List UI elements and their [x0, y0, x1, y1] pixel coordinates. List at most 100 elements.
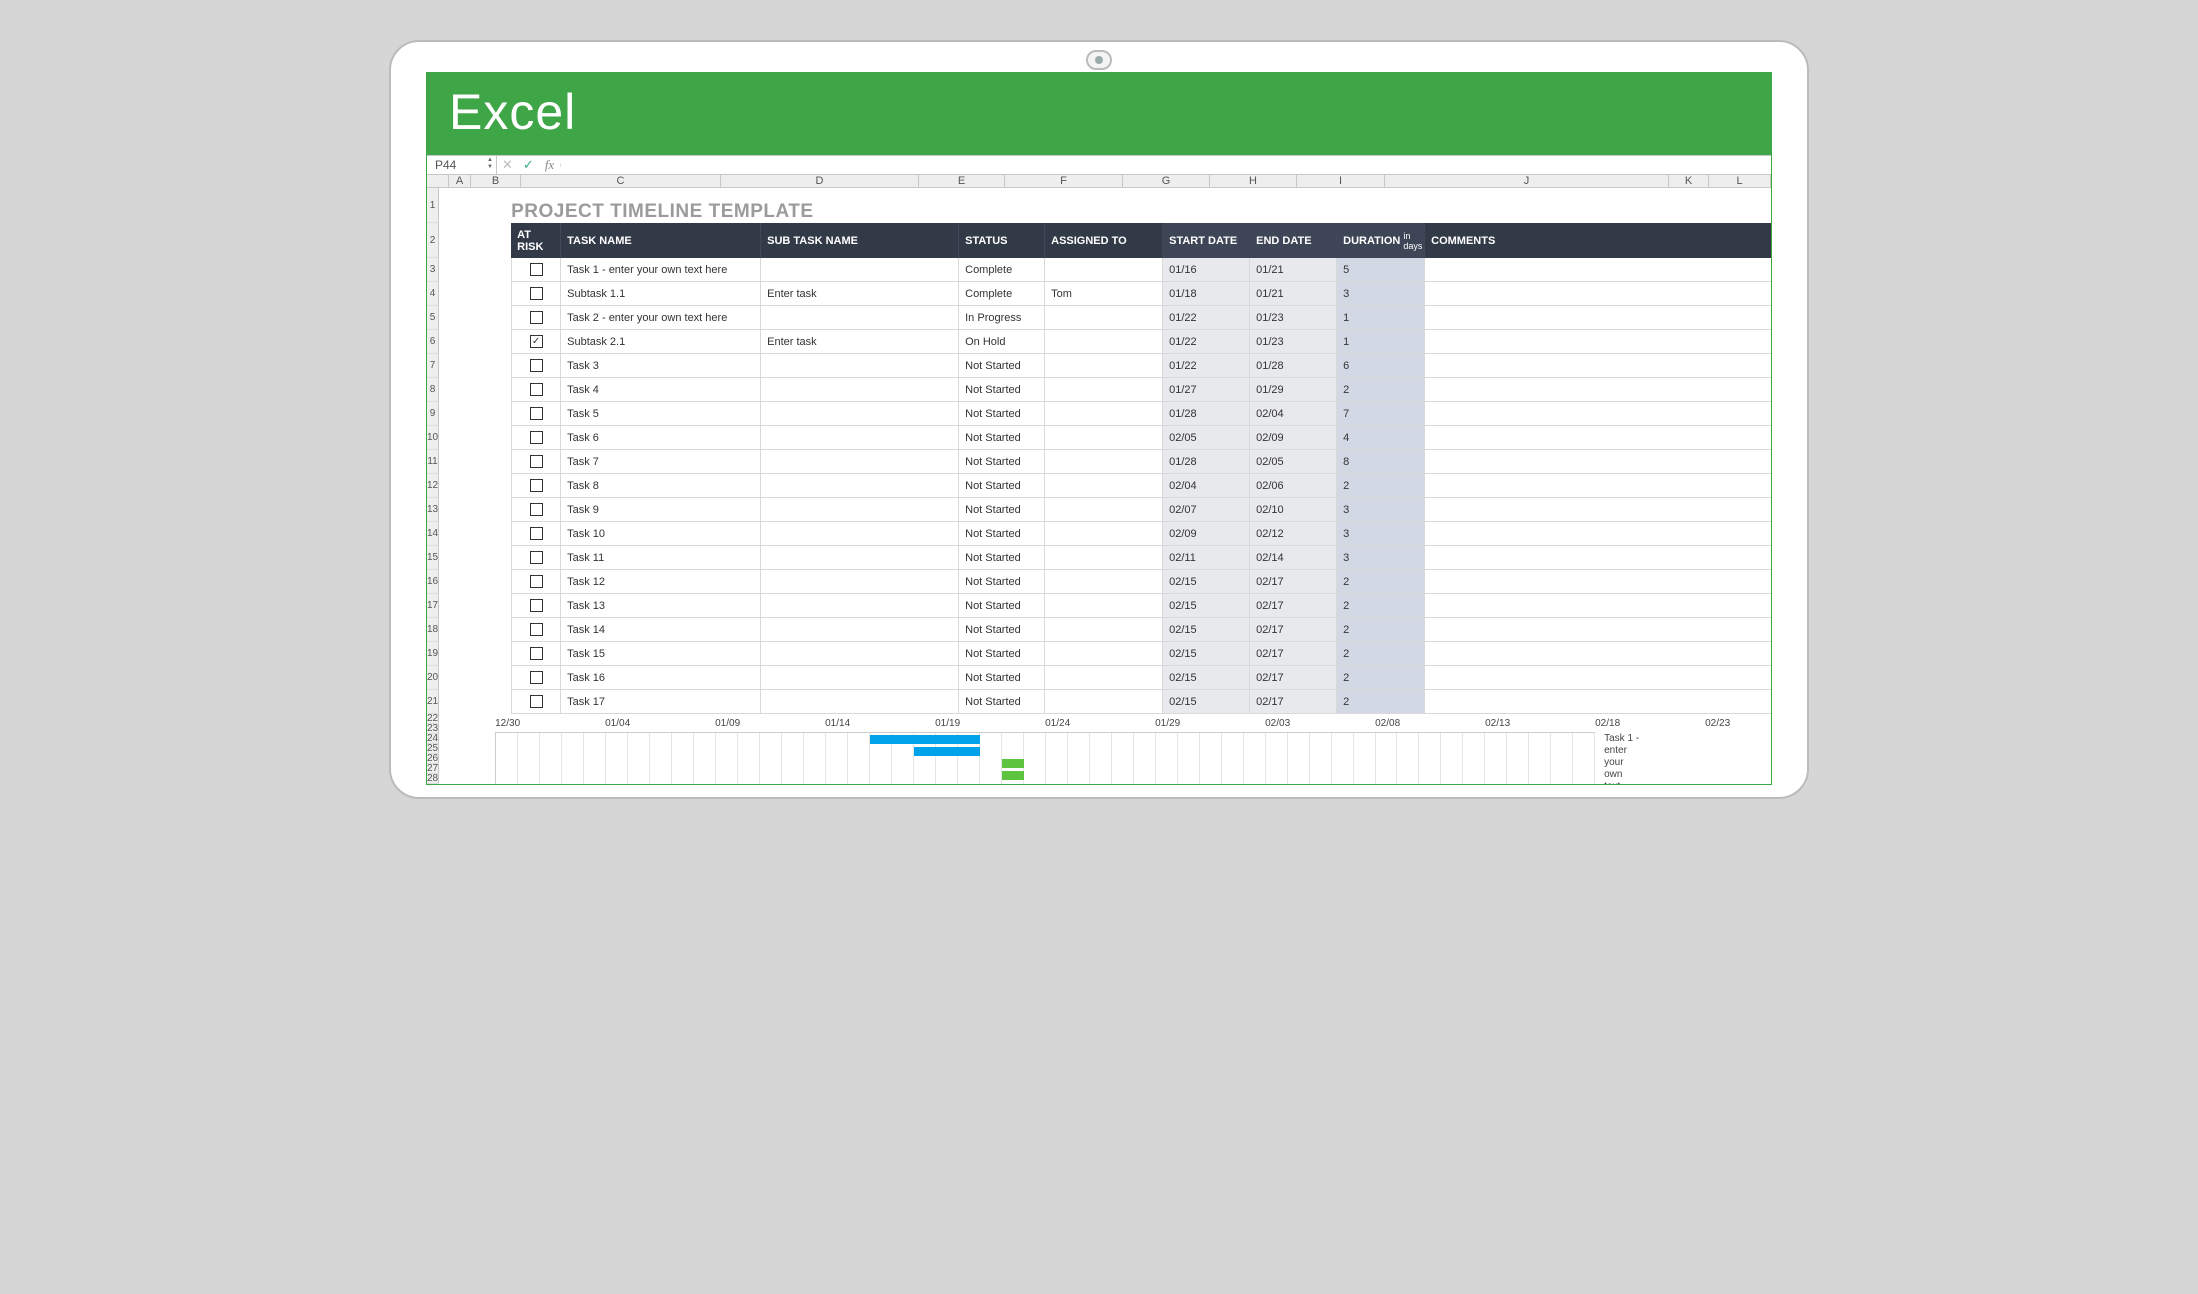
column-header[interactable]: C: [521, 175, 721, 187]
cell-task-name[interactable]: Task 17: [561, 690, 761, 713]
column-header[interactable]: E: [919, 175, 1005, 187]
cell-assigned-to[interactable]: [1045, 546, 1163, 569]
cell-status[interactable]: In Progress: [959, 306, 1045, 329]
cell-end-date[interactable]: 02/12: [1250, 522, 1337, 545]
cell-assigned-to[interactable]: [1045, 258, 1163, 281]
cell-task-name[interactable]: Task 11: [561, 546, 761, 569]
cell-task-name[interactable]: Task 16: [561, 666, 761, 689]
cell-duration[interactable]: 8: [1337, 450, 1425, 473]
row-header[interactable]: 28: [427, 774, 439, 784]
table-row[interactable]: Task 11Not Started02/1102/143: [511, 546, 1771, 570]
cell-start-date[interactable]: 02/15: [1163, 666, 1250, 689]
fx-icon[interactable]: fx: [539, 157, 560, 173]
cell-start-date[interactable]: 02/15: [1163, 570, 1250, 593]
cell-end-date[interactable]: 01/21: [1250, 282, 1337, 305]
cell-status[interactable]: Not Started: [959, 570, 1045, 593]
cell-assigned-to[interactable]: [1045, 666, 1163, 689]
cell-task-name[interactable]: Task 12: [561, 570, 761, 593]
table-row[interactable]: ✓Subtask 2.1Enter taskOn Hold01/2201/231: [511, 330, 1771, 354]
cell-duration[interactable]: 2: [1337, 690, 1425, 713]
cell-assigned-to[interactable]: [1045, 618, 1163, 641]
cell-start-date[interactable]: 02/05: [1163, 426, 1250, 449]
table-row[interactable]: Task 5Not Started01/2802/047: [511, 402, 1771, 426]
stepper-icon[interactable]: ▲▼: [487, 157, 493, 171]
table-row[interactable]: Task 7 Not Started 01/2802/058: [511, 450, 1771, 474]
cell-start-date[interactable]: 01/27: [1163, 378, 1250, 401]
cell-assigned-to[interactable]: [1045, 642, 1163, 665]
column-header[interactable]: D: [721, 175, 919, 187]
cell-end-date[interactable]: 02/04: [1250, 402, 1337, 425]
cell-sub-task[interactable]: [761, 594, 959, 617]
cell-start-date[interactable]: 02/04: [1163, 474, 1250, 497]
cell-assigned-to[interactable]: [1045, 402, 1163, 425]
cell-assigned-to[interactable]: [1045, 690, 1163, 713]
cell-assigned-to[interactable]: [1045, 594, 1163, 617]
at-risk-checkbox[interactable]: [530, 551, 543, 564]
cell-comments[interactable]: [1425, 378, 1771, 401]
at-risk-checkbox[interactable]: [530, 311, 543, 324]
table-row[interactable]: Task 13Not Started02/1502/172: [511, 594, 1771, 618]
cell-sub-task[interactable]: [761, 354, 959, 377]
cell-duration[interactable]: 2: [1337, 474, 1425, 497]
cell-end-date[interactable]: 02/17: [1250, 618, 1337, 641]
cell-task-name[interactable]: Task 1 - enter your own text here: [561, 258, 761, 281]
row-header[interactable]: 3: [427, 258, 439, 282]
cell-status[interactable]: Not Started: [959, 546, 1045, 569]
cell-status[interactable]: Not Started: [959, 474, 1045, 497]
table-row[interactable]: Task 3Not Started01/2201/286: [511, 354, 1771, 378]
row-header[interactable]: 16: [427, 570, 439, 594]
cell-start-date[interactable]: 02/11: [1163, 546, 1250, 569]
cell-comments[interactable]: [1425, 402, 1771, 425]
row-header[interactable]: 4: [427, 282, 439, 306]
cell-status[interactable]: On Hold: [959, 330, 1045, 353]
cell-task-name[interactable]: Task 2 - enter your own text here: [561, 306, 761, 329]
cell-status[interactable]: Not Started: [959, 450, 1045, 473]
cell-duration[interactable]: 3: [1337, 498, 1425, 521]
cell-comments[interactable]: [1425, 594, 1771, 617]
cell-start-date[interactable]: 01/28: [1163, 402, 1250, 425]
column-header[interactable]: L: [1709, 175, 1771, 187]
at-risk-checkbox[interactable]: [530, 455, 543, 468]
cell-start-date[interactable]: 01/16: [1163, 258, 1250, 281]
cell-end-date[interactable]: 01/29: [1250, 378, 1337, 401]
cell-status[interactable]: Not Started: [959, 378, 1045, 401]
row-header[interactable]: 10: [427, 426, 439, 450]
at-risk-checkbox[interactable]: [530, 599, 543, 612]
accept-icon[interactable]: ✓: [518, 157, 539, 173]
table-row[interactable]: Task 14Not Started02/1502/172: [511, 618, 1771, 642]
row-header[interactable]: 18: [427, 618, 439, 642]
row-header[interactable]: 8: [427, 378, 439, 402]
cell-end-date[interactable]: 02/17: [1250, 642, 1337, 665]
cell-assigned-to[interactable]: [1045, 522, 1163, 545]
cell-duration[interactable]: 2: [1337, 642, 1425, 665]
at-risk-checkbox[interactable]: [530, 263, 543, 276]
row-header[interactable]: 5: [427, 306, 439, 330]
at-risk-checkbox[interactable]: [530, 431, 543, 444]
cell-sub-task[interactable]: [761, 546, 959, 569]
cell-sub-task[interactable]: Enter task: [761, 330, 959, 353]
cell-comments[interactable]: [1425, 666, 1771, 689]
cell-task-name[interactable]: Task 9: [561, 498, 761, 521]
cell-end-date[interactable]: 02/05: [1250, 450, 1337, 473]
cell-start-date[interactable]: 01/28: [1163, 450, 1250, 473]
cell-duration[interactable]: 2: [1337, 570, 1425, 593]
row-header[interactable]: 6: [427, 330, 439, 354]
table-row[interactable]: Task 4Not Started01/2701/292: [511, 378, 1771, 402]
cell-task-name[interactable]: Subtask 2.1: [561, 330, 761, 353]
cell-end-date[interactable]: 02/06: [1250, 474, 1337, 497]
cell-sub-task[interactable]: [761, 378, 959, 401]
at-risk-checkbox[interactable]: [530, 407, 543, 420]
at-risk-checkbox[interactable]: [530, 359, 543, 372]
cell-sub-task[interactable]: [761, 258, 959, 281]
at-risk-checkbox[interactable]: [530, 479, 543, 492]
cell-comments[interactable]: [1425, 426, 1771, 449]
cell-sub-task[interactable]: [761, 426, 959, 449]
at-risk-checkbox[interactable]: [530, 575, 543, 588]
cell-sub-task[interactable]: [761, 522, 959, 545]
cell-task-name[interactable]: Task 7: [561, 450, 761, 473]
cell-comments[interactable]: [1425, 330, 1771, 353]
cell-duration[interactable]: 7: [1337, 402, 1425, 425]
row-header[interactable]: 1: [427, 188, 439, 223]
cell-duration[interactable]: 2: [1337, 618, 1425, 641]
at-risk-checkbox[interactable]: [530, 671, 543, 684]
